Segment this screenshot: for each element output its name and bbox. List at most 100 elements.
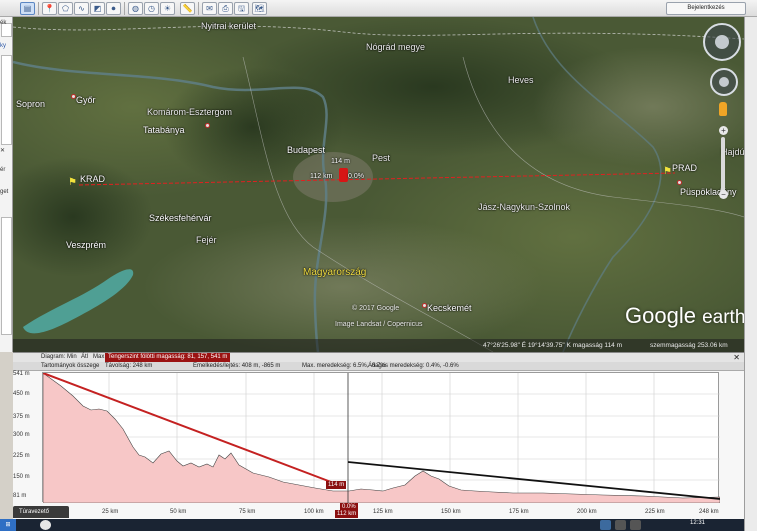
zoom-slider[interactable] <box>721 137 725 197</box>
sidebar-toggle-icon[interactable]: ▤ <box>20 2 35 15</box>
krad-placemark-icon[interactable]: ⚑ <box>68 178 77 188</box>
email-icon[interactable]: ✉ <box>202 2 217 15</box>
map-label-region: Fejér <box>196 235 217 245</box>
x-tick-label: 25 km <box>102 509 119 515</box>
sidebar-fragment: get <box>0 189 9 195</box>
marker-height-label: 114 m <box>331 158 350 165</box>
map-label-city: Budapest <box>287 145 326 155</box>
elevation-plot[interactable]: 114 m 0.0% <box>42 372 721 511</box>
sidebar-places-box <box>1 217 12 335</box>
avg-label[interactable]: Átl <box>81 353 88 362</box>
tour-guide-tab[interactable]: Túravezető <box>13 506 69 518</box>
imagery-credit-text: Image Landsat / Copernicus <box>335 321 423 328</box>
profile-position-marker-icon <box>339 168 348 182</box>
tray-network-icon[interactable] <box>600 520 611 530</box>
y-tick-label: 375 m <box>13 414 30 420</box>
city-dot-icon <box>205 123 210 128</box>
x-tick-label: 75 km <box>239 509 256 515</box>
tray-volume-icon[interactable] <box>615 520 626 530</box>
diagram-label: Diagram: <box>41 354 66 360</box>
y-tick-label: 541 m <box>13 371 30 377</box>
zoom-out-icon[interactable]: − <box>719 190 728 199</box>
path-icon[interactable]: ∿ <box>74 2 89 15</box>
profile-header-bar: Diagram: Min Átl Max Tengerszint fölötti… <box>13 353 744 362</box>
map-label-region: Heves <box>508 75 534 85</box>
toolbar-separator <box>198 2 199 15</box>
elevation-profile-panel: Diagram: Min Átl Max Tengerszint fölötti… <box>13 352 744 519</box>
move-joystick-icon[interactable] <box>719 77 729 87</box>
min-label[interactable]: Min <box>67 353 77 362</box>
cursor-distance-badge: 112 km <box>335 510 359 518</box>
ruler-icon[interactable]: 📏 <box>180 2 195 15</box>
satellite-imagery <box>13 17 744 352</box>
sea-level-readout: Tengerszint fölötti magasság: 81, 157, 5… <box>105 353 231 362</box>
polygon-icon[interactable]: ⬠ <box>58 2 73 15</box>
placemark-label: PRAD <box>672 163 698 173</box>
placemark-icon[interactable]: 📍 <box>42 2 57 15</box>
map-label-region: Jász-Nagykun-Szolnok <box>478 202 571 212</box>
map-status-bar: 47°26'25.98" É 19°14'39.75" K magasság 1… <box>13 339 744 352</box>
historical-imagery-icon[interactable]: ◷ <box>144 2 159 15</box>
tray-battery-icon[interactable] <box>630 520 641 530</box>
marker-grade-label: 0.0% <box>348 173 364 180</box>
tour-icon[interactable]: ⏺ <box>106 2 121 15</box>
range-total-label[interactable]: Tartományok összege <box>41 362 99 371</box>
sidebar-close-icon[interactable]: ✕ <box>0 147 5 154</box>
city-dot-icon <box>677 180 682 185</box>
map-view[interactable]: Nyitrai kerület Nógrád megye Sopron Győr… <box>13 17 744 352</box>
print-icon[interactable]: ⎙ <box>218 2 233 15</box>
tour-guide-label: Túravezető <box>19 509 50 515</box>
maps-icon[interactable]: 🗺 <box>252 2 267 15</box>
prad-placemark-icon[interactable]: ⚑ <box>663 167 672 177</box>
copyright-text: © 2017 Google <box>352 305 400 312</box>
zoom-in-icon[interactable]: + <box>719 126 728 135</box>
x-tick-label: 50 km <box>170 509 187 515</box>
sunlight-icon[interactable]: ☀ <box>160 2 175 15</box>
eye-altitude-readout: szemmagasság 253.06 km <box>650 342 728 349</box>
elevation-chart-svg <box>42 372 721 504</box>
toolbar-separator <box>38 2 39 15</box>
x-tick-label: 100 km <box>304 509 324 515</box>
street-view-pegman-icon[interactable] <box>719 102 727 116</box>
planets-icon[interactable]: ◍ <box>128 2 143 15</box>
overlay-icon[interactable]: ◩ <box>90 2 105 15</box>
y-tick-label: 450 m <box>13 391 30 397</box>
google-earth-logo: Google earth <box>625 303 744 328</box>
sidebar-results-box <box>1 55 12 145</box>
close-profile-icon[interactable]: ✕ <box>733 353 740 362</box>
map-label-city: Győr <box>76 95 96 105</box>
sidebar-fragment: ék <box>0 20 7 26</box>
map-label-city: Székesfehérvár <box>149 213 212 223</box>
signin-button[interactable]: Bejelentkezés <box>666 2 746 15</box>
map-label-region: Nyitrai kerület <box>201 21 257 31</box>
google-earth-taskbar-icon[interactable] <box>40 520 51 530</box>
save-image-icon[interactable]: 🖫 <box>234 2 249 15</box>
map-label-city: Tatabánya <box>143 125 185 135</box>
marker-distance-label: 112 km <box>310 173 333 180</box>
max-label[interactable]: Max <box>93 353 104 362</box>
distance-readout: Távolság: 248 km <box>105 363 153 369</box>
y-tick-label: 150 m <box>13 474 30 480</box>
map-label-city: Veszprém <box>66 240 107 250</box>
map-label-city: Sopron <box>16 99 46 109</box>
x-tick-label: 200 km <box>577 509 597 515</box>
look-joystick-icon[interactable] <box>715 35 729 49</box>
map-label-country: Magyarország <box>303 267 367 278</box>
taskbar-clock[interactable]: 12:31 <box>690 520 705 526</box>
x-tick-label: 175 km <box>509 509 529 515</box>
right-scroll-strip[interactable] <box>744 17 757 531</box>
map-label-region: Komárom-Esztergom <box>147 107 233 117</box>
start-button-icon[interactable]: ⊞ <box>0 519 16 531</box>
sidebar-panel: ék ky ✕ ér get <box>0 17 13 352</box>
x-tick-label: 225 km <box>645 509 665 515</box>
y-tick-label: 225 m <box>13 453 30 459</box>
map-label-city: Kecskemét <box>427 303 472 313</box>
coordinates-readout: 47°26'25.98" É 19°14'39.75" K magasság 1… <box>483 342 623 349</box>
avg-slope-readout: Átlagos meredekség: 0.4%, -0.6% <box>368 363 459 369</box>
toolbar-separator <box>124 2 125 15</box>
x-tick-label: 150 km <box>441 509 461 515</box>
sidebar-fragment[interactable]: ky <box>0 43 6 49</box>
sidebar-fragment: ér <box>0 167 6 173</box>
y-tick-label: 81 m <box>13 493 27 499</box>
x-tick-label: 125 km <box>373 509 393 515</box>
